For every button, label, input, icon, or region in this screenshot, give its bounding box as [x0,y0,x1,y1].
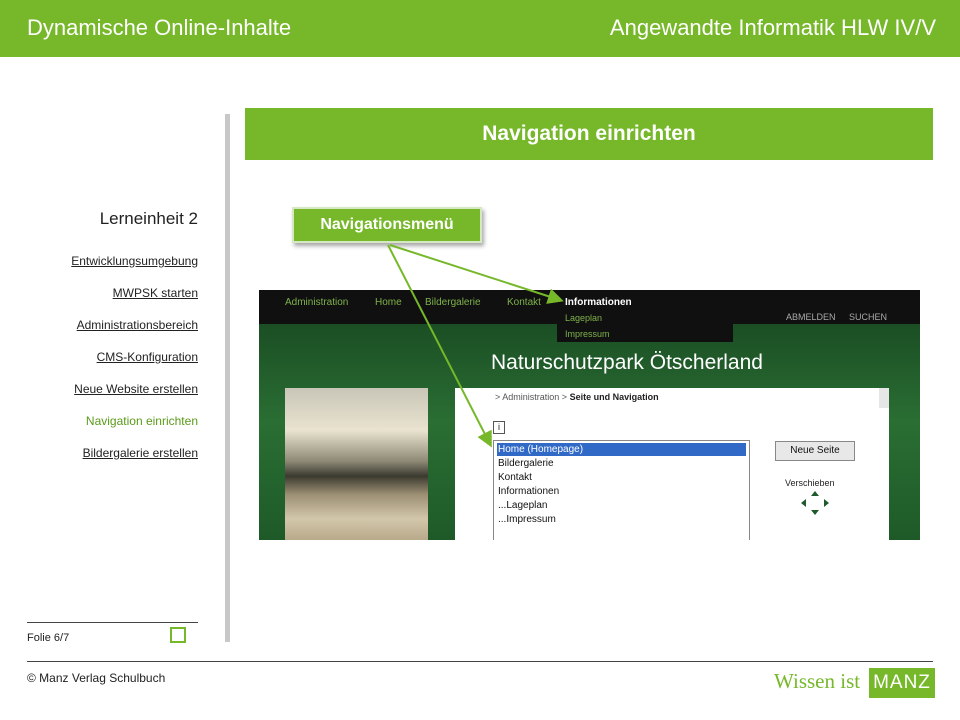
sidebar-item-administrationsbereich[interactable]: Administrationsbereich [77,318,198,332]
copyright: © Manz Verlag Schulbuch [27,671,166,685]
sidebar-item-mwpsk-starten[interactable]: MWPSK starten [113,286,198,300]
list-item[interactable]: Home (Homepage) [497,443,746,456]
page-list-box[interactable]: Home (Homepage) Bildergalerie Kontakt In… [493,440,750,540]
cms-nav-administration[interactable]: Administration [285,297,348,308]
cms-nav-home[interactable]: Home [375,297,402,308]
slide-counter: Folie 6/7 [27,632,70,644]
content-title-bar: Navigation einrichten [245,108,933,160]
sidebar-item-bildergalerie[interactable]: Bildergalerie erstellen [83,446,198,460]
cms-logout-link[interactable]: ABMELDEN [786,312,836,322]
new-page-button[interactable]: Neue Seite [775,441,855,461]
list-item[interactable]: ...Lageplan [497,499,746,512]
cms-search-link[interactable]: SUCHEN [849,312,887,322]
publisher-logo-mark: MANZ [873,672,931,693]
cms-nav-bildergalerie[interactable]: Bildergalerie [425,297,481,308]
cms-nav-informationen[interactable]: Informationen [565,297,632,308]
list-item[interactable]: Informationen [497,485,746,498]
subject-title: Angewandte Informatik HLW IV/V [609,15,936,40]
list-item[interactable]: ...Impressum [497,513,746,526]
bottom-divider [27,661,933,662]
cms-submenu-lageplan[interactable]: Lageplan [565,313,602,323]
header-bar: Dynamische Online-Inhalte Angewandte Inf… [0,0,960,57]
cms-panel-corner [879,388,889,408]
beach-photo [285,388,428,540]
cms-site-title: Naturschutzpark Ötscherland [491,351,763,374]
move-arrows-icon[interactable] [799,490,831,516]
sidebar-item-neue-website[interactable]: Neue Website erstellen [74,382,198,396]
sidebar-item-navigation-einrichten[interactable]: Navigation einrichten [86,414,198,428]
sidebar-item-entwicklungsumgebung[interactable]: Entwicklungsumgebung [71,254,198,268]
list-item[interactable]: Kontakt [497,471,746,484]
publisher-logo-text: Wissen ist [774,669,861,693]
cms-submenu-impressum[interactable]: Impressum [565,329,610,339]
sidebar-divider [225,114,230,642]
footer-divider [27,622,198,623]
move-label: Verschieben [785,478,835,488]
cms-nav-kontakt[interactable]: Kontakt [507,297,541,308]
sidebar-title: Lerneinheit 2 [99,209,198,228]
list-item[interactable]: Bildergalerie [497,457,746,470]
publisher-logo: MANZ [869,668,935,698]
cms-screenshot: Administration Home Bildergalerie Kontak… [259,290,920,540]
slide-nav-square-icon[interactable] [170,627,186,643]
page-title: Navigation einrichten [482,122,696,145]
navigation-menu-callout-button[interactable]: Navigationsmenü [292,207,482,243]
cms-breadcrumb-prefix[interactable]: > Administration > [495,392,567,402]
cms-breadcrumb: > Administration > Seite und Navigation [495,392,659,402]
cms-breadcrumb-current: Seite und Navigation [569,392,659,402]
sidebar-item-cms-konfiguration[interactable]: CMS-Konfiguration [97,350,198,364]
info-icon[interactable]: i [493,421,505,434]
course-title: Dynamische Online-Inhalte [27,15,292,40]
